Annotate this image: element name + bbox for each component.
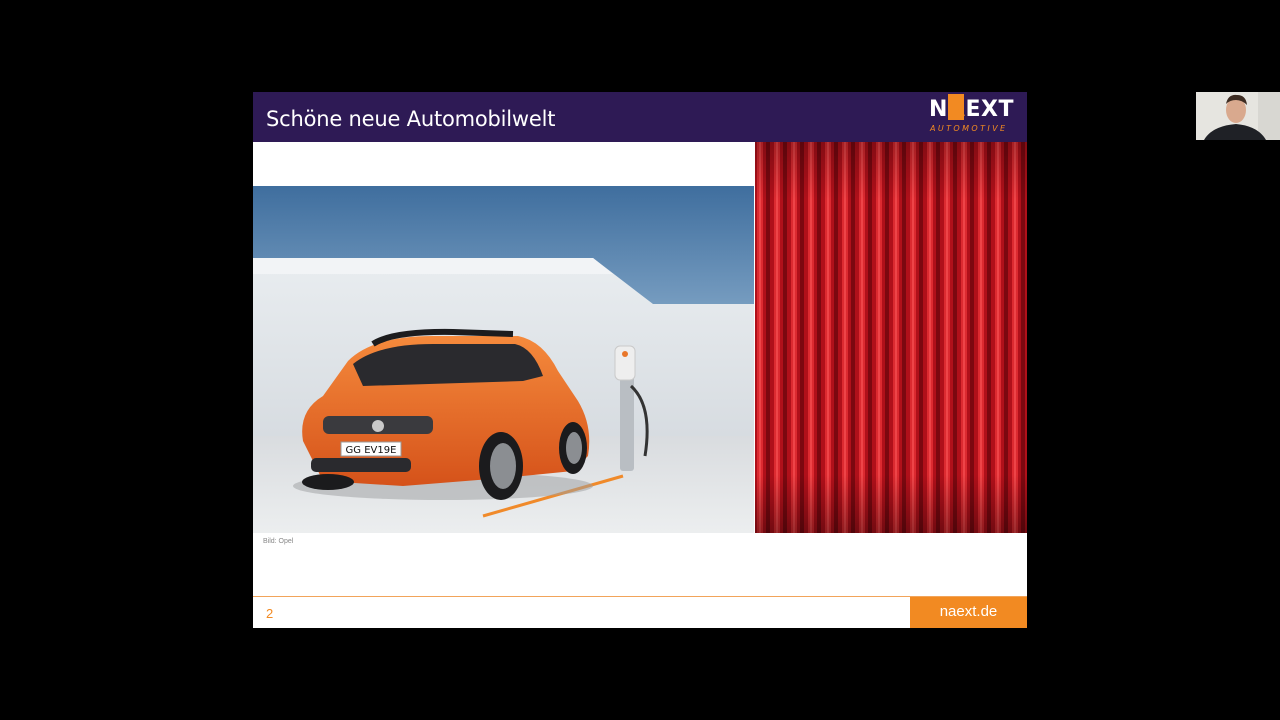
presentation-slide: Schöne neue Automobilwelt NAEXT AUTOMOTI… xyxy=(253,92,1027,628)
participant-video-icon xyxy=(1196,92,1280,140)
logo-tagline: AUTOMOTIVE xyxy=(930,124,1008,133)
webcam-thumbnail[interactable] xyxy=(1196,92,1280,140)
logo-letter-n: N xyxy=(929,97,948,122)
website-label: naext.de xyxy=(939,603,998,620)
naext-logo: NAEXT AUTOMOTIVE xyxy=(929,94,1023,138)
license-plate: GG EV19E xyxy=(346,445,397,456)
logo-letters-ext: EXT xyxy=(965,97,1014,122)
page-number: 2 xyxy=(266,606,274,621)
slide-header: Schöne neue Automobilwelt NAEXT AUTOMOTI… xyxy=(253,92,1027,142)
image-credit: Bild: Opel xyxy=(263,538,294,545)
car-photo-graphic: GG EV19E xyxy=(253,186,754,533)
slide-title: Schöne neue Automobilwelt xyxy=(266,107,556,131)
curtain-photo xyxy=(755,142,1027,533)
red-curtain-graphic xyxy=(755,142,1027,533)
logo-letter-a: A xyxy=(947,97,966,122)
footer-website-box: naext.de xyxy=(910,597,1027,628)
car-photo: GG EV19E xyxy=(253,186,754,533)
